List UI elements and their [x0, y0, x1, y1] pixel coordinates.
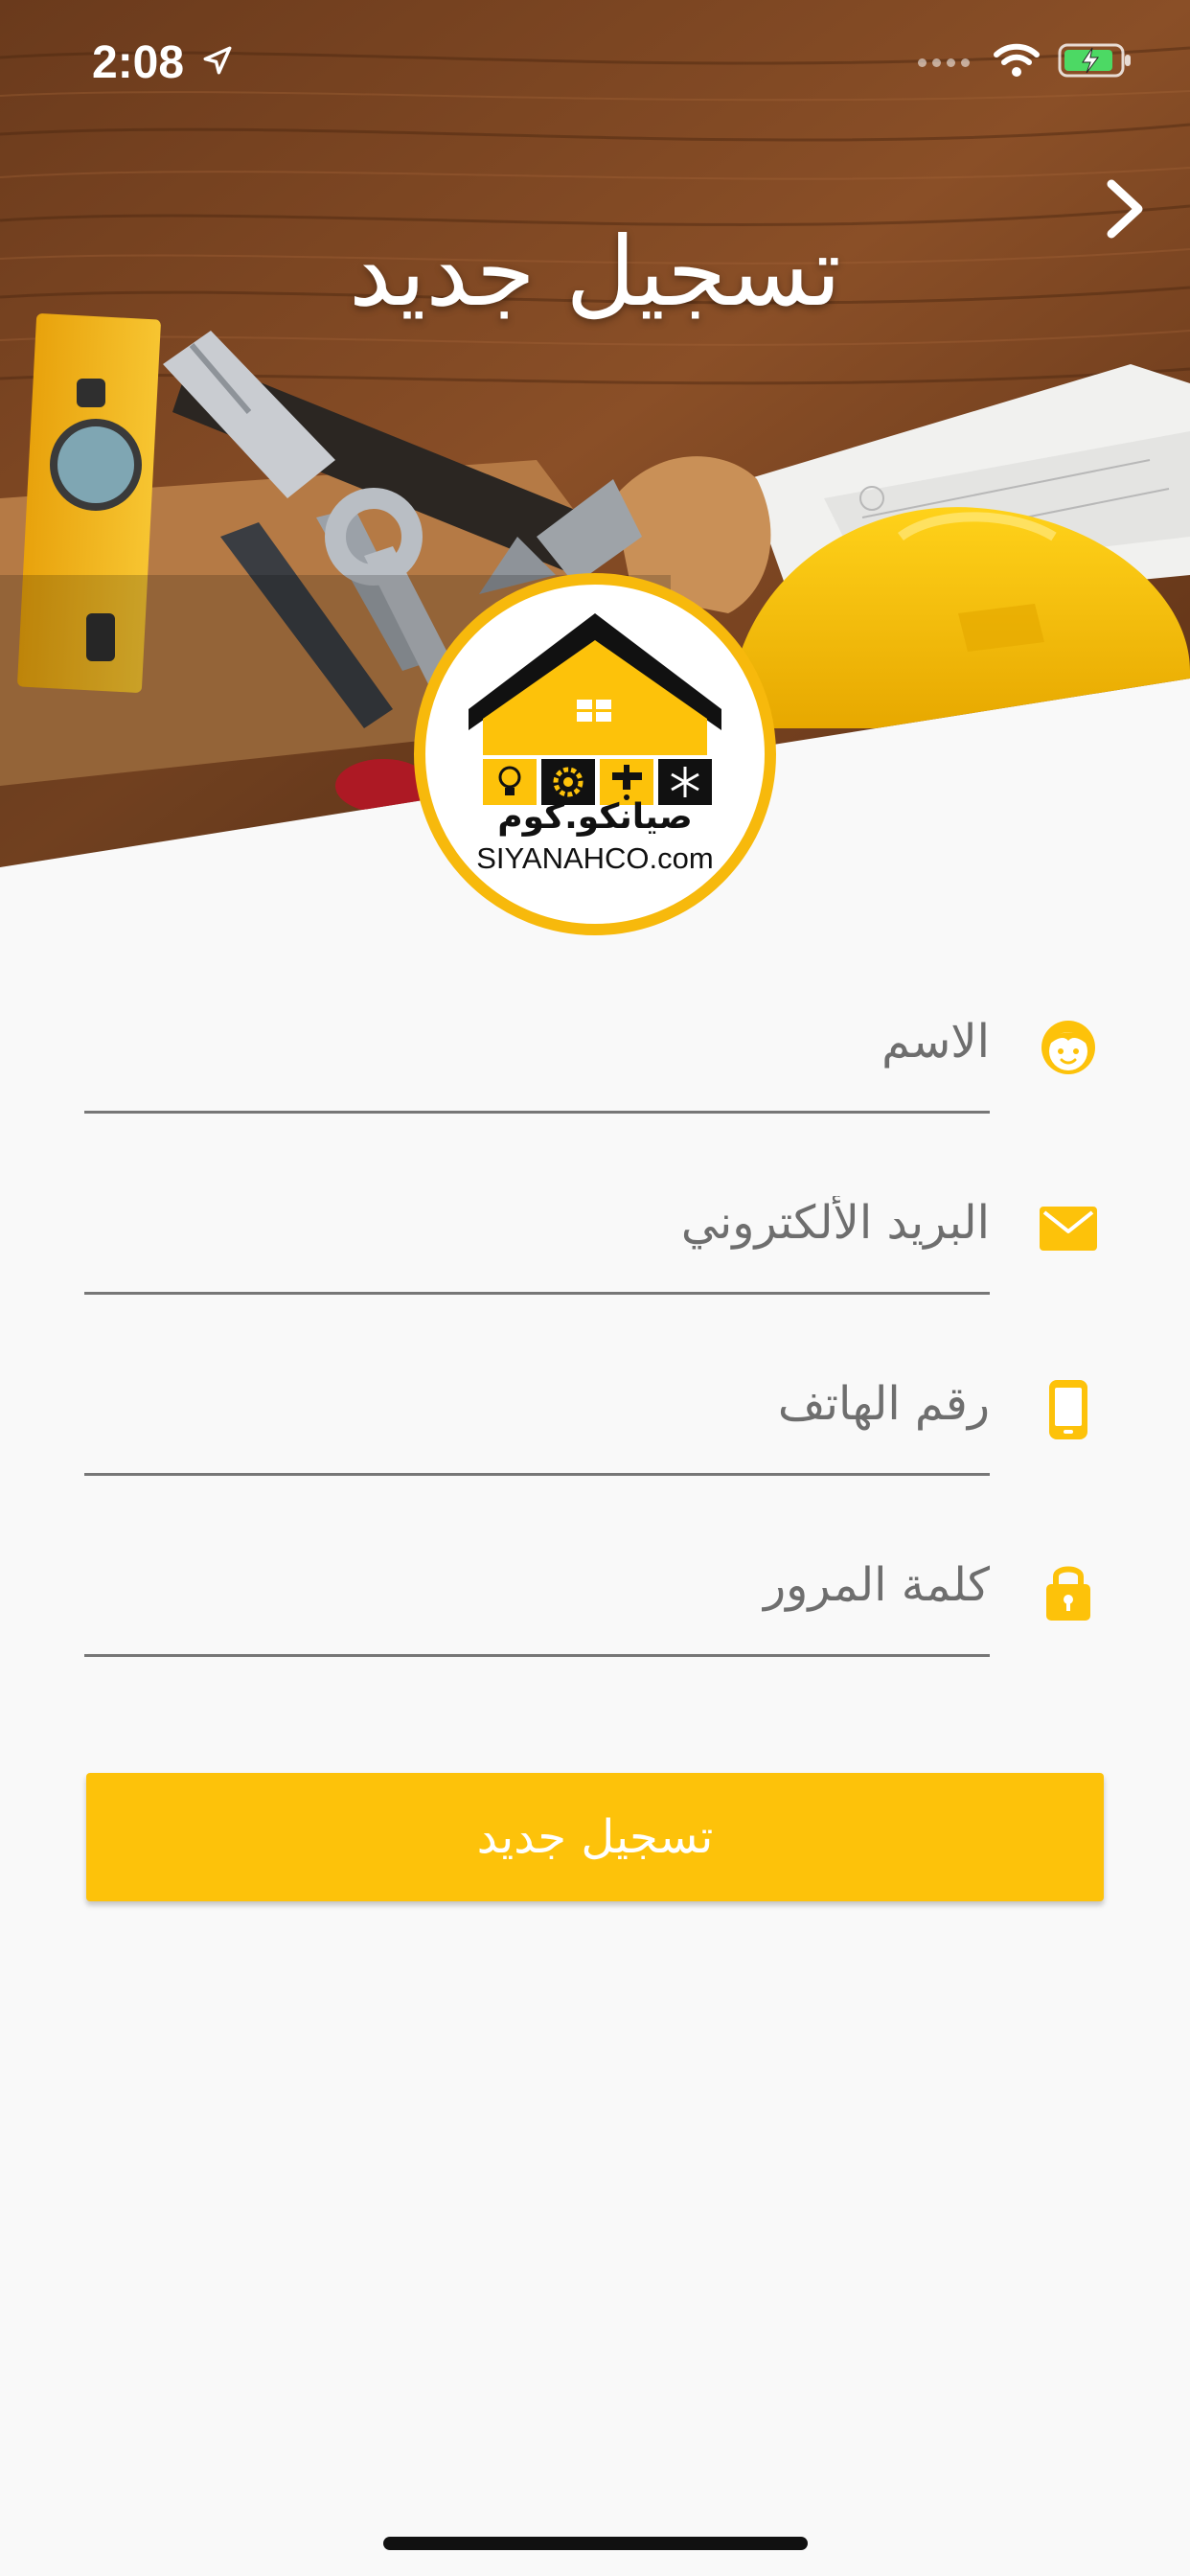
- envelope-icon: [1037, 1197, 1100, 1260]
- wifi-icon: [993, 42, 1041, 82]
- name-field: [84, 989, 1100, 1114]
- face-icon: [1037, 1016, 1100, 1079]
- status-bar: 2:08: [0, 0, 1190, 126]
- register-button[interactable]: تسجيل جديد: [86, 1773, 1104, 1901]
- mobile-phone-icon: [1037, 1378, 1100, 1441]
- logo-english-text: SIYANAHCO.com: [476, 841, 714, 875]
- home-indicator: [383, 2537, 808, 2550]
- page-title: تسجيل جديد: [349, 216, 841, 328]
- logo-arabic-text: صيانكو.كوم: [497, 797, 693, 837]
- status-time: 2:08: [92, 37, 185, 88]
- siyanahco-logo: صيانكو.كوم SIYANAHCO.com: [414, 573, 776, 935]
- password-input[interactable]: [84, 1532, 990, 1657]
- name-input[interactable]: [84, 989, 990, 1114]
- location-arrow-icon: [201, 44, 234, 80]
- lock-icon: [1037, 1559, 1100, 1622]
- email-field: [84, 1170, 1100, 1295]
- battery-charging-icon: [1058, 42, 1133, 82]
- phone-field: [84, 1351, 1100, 1476]
- password-field: [84, 1532, 1100, 1657]
- phone-input[interactable]: [84, 1351, 990, 1476]
- signal-dots-icon: [918, 58, 970, 67]
- register-screen: 2:08 تسجيل جديد صيانكو.كوم SIYANAHCO.com…: [0, 0, 1190, 2576]
- email-input[interactable]: [84, 1170, 990, 1295]
